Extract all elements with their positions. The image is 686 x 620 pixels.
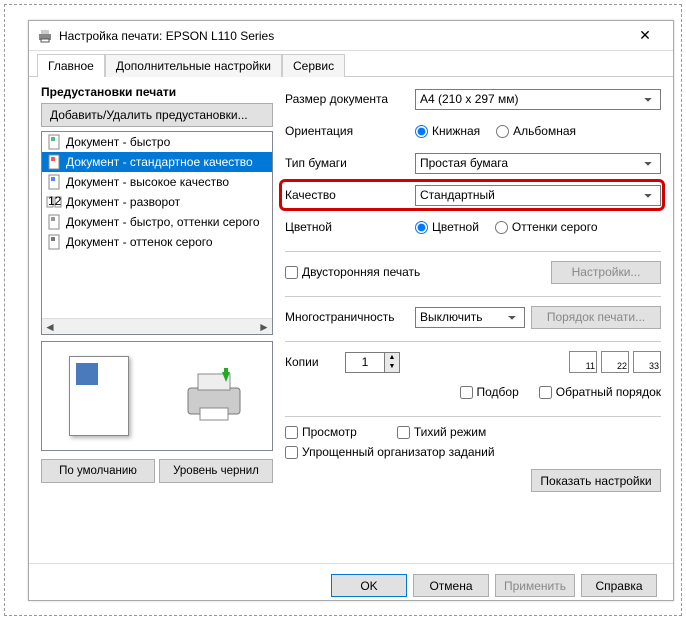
document-icon	[46, 134, 62, 150]
ink-levels-button[interactable]: Уровень чернил	[159, 459, 273, 483]
color-label: Цветной	[285, 220, 415, 234]
collate-checkbox[interactable]: Подбор	[460, 385, 519, 399]
print-settings-window: Настройка печати: EPSON L110 Series ✕ Гл…	[28, 20, 674, 601]
document-icon	[46, 154, 62, 170]
duplex-checkbox[interactable]: Двусторонняя печать	[285, 265, 420, 279]
multipage-select[interactable]: Выключить	[415, 307, 525, 328]
spin-up-icon[interactable]: ▲	[385, 353, 399, 363]
preset-item[interactable]: Документ - высокое качество	[42, 172, 272, 192]
svg-text:12: 12	[48, 194, 62, 208]
printer-large-icon	[182, 368, 246, 424]
paper-type-select[interactable]: Простая бумага	[415, 153, 661, 174]
spin-down-icon[interactable]: ▼	[385, 362, 399, 372]
presets-panel: Предустановки печати Добавить/Удалить пр…	[41, 85, 273, 555]
tabs: Главное Дополнительные настройки Сервис	[29, 51, 673, 77]
document-gray-icon	[46, 234, 62, 250]
color-color-radio[interactable]: Цветной	[415, 220, 479, 234]
preview-box	[41, 341, 273, 451]
close-button[interactable]: ✕	[625, 27, 665, 44]
orientation-portrait-radio[interactable]: Книжная	[415, 124, 480, 138]
paper-type-label: Тип бумаги	[285, 156, 415, 170]
cancel-button[interactable]: Отмена	[413, 574, 489, 597]
orientation-label: Ориентация	[285, 124, 415, 138]
preset-item[interactable]: 12Документ - разворот	[42, 192, 272, 212]
scroll-right-icon[interactable]: ►	[256, 319, 272, 335]
horizontal-scrollbar[interactable]: ◄►	[42, 318, 272, 334]
collate-preview-icons: 11 22 33	[569, 351, 661, 373]
simple-organizer-checkbox[interactable]: Упрощенный организатор заданий	[285, 445, 661, 459]
dialog-buttons: OK Отмена Применить Справка	[29, 563, 673, 607]
settings-panel: Размер документа A4 (210 x 297 мм) Ориен…	[285, 85, 661, 555]
tab-advanced[interactable]: Дополнительные настройки	[105, 54, 282, 77]
window-title: Настройка печати: EPSON L110 Series	[59, 29, 625, 43]
presets-heading: Предустановки печати	[41, 85, 273, 99]
printer-icon	[37, 28, 53, 44]
page-thumb-icon	[69, 356, 129, 436]
presets-list[interactable]: Документ - быстро Документ - стандартное…	[41, 131, 273, 335]
quality-label: Качество	[285, 188, 415, 202]
copies-label: Копии	[285, 355, 345, 369]
color-gray-radio[interactable]: Оттенки серого	[495, 220, 598, 234]
tab-service[interactable]: Сервис	[282, 54, 345, 77]
show-settings-button[interactable]: Показать настройки	[531, 469, 661, 492]
tab-main[interactable]: Главное	[37, 54, 105, 77]
multipage-label: Многостраничность	[285, 310, 415, 324]
print-order-button[interactable]: Порядок печати...	[531, 306, 661, 329]
add-remove-presets-button[interactable]: Добавить/Удалить предустановки...	[41, 103, 273, 127]
preset-item[interactable]: Документ - быстро	[42, 132, 272, 152]
titlebar: Настройка печати: EPSON L110 Series ✕	[29, 21, 673, 51]
reverse-checkbox[interactable]: Обратный порядок	[539, 385, 661, 399]
default-button[interactable]: По умолчанию	[41, 459, 155, 483]
ok-button[interactable]: OK	[331, 574, 407, 597]
document-gray-icon	[46, 214, 62, 230]
doc-size-select[interactable]: A4 (210 x 297 мм)	[415, 89, 661, 110]
copies-stepper[interactable]: ▲▼	[345, 352, 400, 373]
spread-icon: 12	[46, 194, 62, 210]
doc-size-label: Размер документа	[285, 92, 415, 106]
scroll-left-icon[interactable]: ◄	[42, 319, 58, 335]
help-button[interactable]: Справка	[581, 574, 657, 597]
document-icon	[46, 174, 62, 190]
preview-checkbox[interactable]: Просмотр	[285, 425, 357, 439]
orientation-landscape-radio[interactable]: Альбомная	[496, 124, 576, 138]
copies-input[interactable]	[345, 352, 385, 373]
apply-button[interactable]: Применить	[495, 574, 575, 597]
preset-item[interactable]: Документ - быстро, оттенки серого	[42, 212, 272, 232]
quality-select[interactable]: Стандартный	[415, 185, 661, 206]
quiet-mode-checkbox[interactable]: Тихий режим	[397, 425, 486, 439]
preset-item[interactable]: Документ - оттенок серого	[42, 232, 272, 252]
duplex-settings-button[interactable]: Настройки...	[551, 261, 661, 284]
preset-item[interactable]: Документ - стандартное качество	[42, 152, 272, 172]
